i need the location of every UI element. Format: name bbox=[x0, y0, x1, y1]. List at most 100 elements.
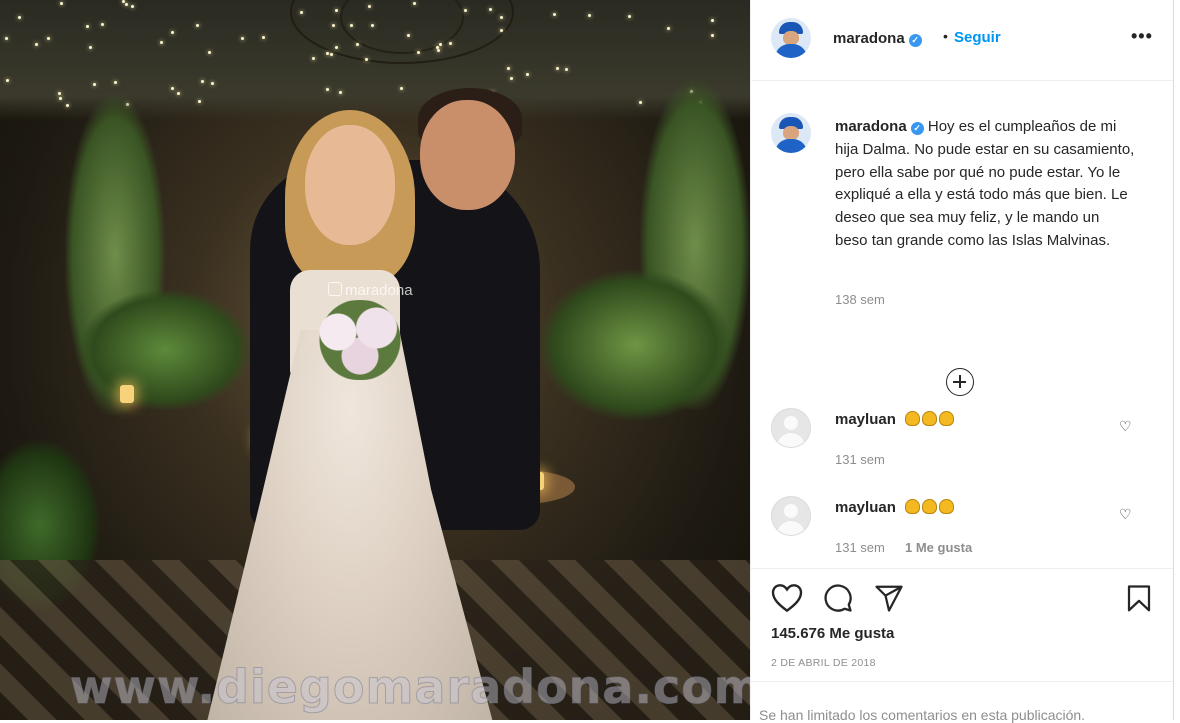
light-dot bbox=[18, 16, 21, 19]
instagram-icon bbox=[328, 282, 342, 296]
action-bar bbox=[751, 568, 1173, 613]
light-dot bbox=[326, 52, 329, 55]
header-username[interactable]: maradona ✓ bbox=[833, 30, 922, 47]
likes-count[interactable]: 145.676 Me gusta bbox=[771, 625, 894, 642]
post-photo[interactable]: maradona www.diegomaradona.com bbox=[0, 0, 750, 720]
groom-head bbox=[420, 100, 515, 210]
comment-like-heart-icon[interactable]: ♡ bbox=[1119, 418, 1132, 435]
light-dot bbox=[198, 100, 201, 103]
light-dot bbox=[407, 34, 410, 37]
light-dot bbox=[89, 46, 92, 49]
avatar[interactable] bbox=[771, 18, 811, 58]
bride-head bbox=[305, 125, 395, 245]
follow-button[interactable]: Seguir bbox=[954, 29, 1001, 46]
light-dot bbox=[553, 13, 556, 16]
light-dot bbox=[356, 43, 359, 46]
candle bbox=[120, 385, 134, 403]
light-dot bbox=[350, 24, 353, 27]
light-dot bbox=[125, 3, 128, 6]
light-dot bbox=[413, 2, 416, 5]
load-more-comments-icon[interactable] bbox=[946, 368, 974, 396]
comment: mayluan bbox=[835, 499, 955, 516]
caption-timestamp[interactable]: 138 sem bbox=[835, 292, 885, 307]
watermark: www.diegomaradona.com bbox=[70, 660, 750, 715]
light-dot bbox=[489, 8, 492, 11]
light-dot bbox=[326, 88, 329, 91]
light-dot bbox=[510, 77, 513, 80]
light-dot bbox=[5, 37, 8, 40]
plants-right-low bbox=[540, 270, 730, 420]
light-dot bbox=[196, 24, 199, 27]
caption-avatar[interactable] bbox=[771, 113, 811, 153]
light-dot bbox=[417, 51, 420, 54]
light-dot bbox=[711, 34, 714, 37]
bookmark-icon[interactable] bbox=[1124, 583, 1154, 620]
light-dot bbox=[365, 58, 368, 61]
light-dot bbox=[400, 87, 403, 90]
comment-bubble-icon[interactable] bbox=[822, 583, 854, 618]
post-header: maradona ✓ • Seguir ••• bbox=[751, 0, 1173, 81]
post-date[interactable]: 2 DE ABRIL DE 2018 bbox=[771, 657, 876, 669]
light-dot bbox=[59, 97, 62, 100]
more-options-icon[interactable]: ••• bbox=[1131, 26, 1153, 47]
light-dot bbox=[439, 43, 442, 46]
caption: maradona ✓ Hoy es el cumpleaños de mi hij… bbox=[835, 116, 1135, 253]
light-dot bbox=[667, 27, 670, 30]
light-dot bbox=[58, 92, 61, 95]
light-dot bbox=[588, 14, 591, 17]
light-dot bbox=[66, 104, 69, 107]
light-dot bbox=[160, 41, 163, 44]
light-dot bbox=[330, 53, 333, 56]
light-dot bbox=[114, 81, 117, 84]
light-dot bbox=[368, 5, 371, 8]
comment-username[interactable]: mayluan bbox=[835, 499, 896, 516]
verified-badge-icon: ✓ bbox=[908, 34, 922, 47]
light-dot bbox=[241, 37, 244, 40]
light-dot bbox=[507, 67, 510, 70]
light-dot bbox=[500, 29, 503, 32]
light-dot bbox=[711, 19, 714, 22]
light-dot bbox=[332, 24, 335, 27]
heart-icon[interactable] bbox=[771, 583, 803, 618]
light-dot bbox=[500, 16, 503, 19]
caption-text: Hoy es el cumpleaños de mi hija Dalma. N… bbox=[835, 118, 1135, 249]
light-dot bbox=[335, 9, 338, 12]
light-dot bbox=[437, 49, 440, 52]
light-dot bbox=[449, 42, 452, 45]
comment-avatar[interactable] bbox=[771, 408, 811, 448]
light-dot bbox=[171, 31, 174, 34]
comment-timestamp[interactable]: 131 sem bbox=[835, 452, 885, 467]
comment: mayluan bbox=[835, 411, 955, 428]
comment-likes-link[interactable]: 1 Me gusta bbox=[905, 540, 972, 555]
clapping-hands-emoji bbox=[903, 499, 955, 516]
light-dot bbox=[371, 24, 374, 27]
light-dot bbox=[122, 0, 125, 3]
light-dot bbox=[211, 82, 214, 85]
plants-left-low bbox=[80, 290, 250, 410]
light-dot bbox=[300, 11, 303, 14]
light-dot bbox=[6, 79, 9, 82]
comment-timestamp[interactable]: 131 sem bbox=[835, 540, 885, 555]
light-dot bbox=[101, 23, 104, 26]
comment-username[interactable]: mayluan bbox=[835, 411, 896, 428]
comment-avatar[interactable] bbox=[771, 496, 811, 536]
light-dot bbox=[565, 68, 568, 71]
light-dot bbox=[526, 73, 529, 76]
light-dot bbox=[47, 37, 50, 40]
comments-limited-text: Se han limitado los comentarios en esta … bbox=[759, 707, 1086, 723]
light-dot bbox=[171, 87, 174, 90]
caption-username[interactable]: maradona ✓ bbox=[835, 118, 924, 135]
light-dot bbox=[335, 46, 338, 49]
light-dot bbox=[464, 9, 467, 12]
light-dot bbox=[131, 5, 134, 8]
comment-like-heart-icon[interactable]: ♡ bbox=[1119, 506, 1132, 523]
light-dot bbox=[208, 51, 211, 54]
photo-tag-text: maradona bbox=[345, 282, 413, 299]
paper-plane-icon[interactable] bbox=[873, 583, 905, 618]
light-dot bbox=[60, 2, 63, 5]
separator-dot: • bbox=[943, 28, 948, 44]
light-dot bbox=[339, 91, 342, 94]
light-dot bbox=[628, 15, 631, 18]
light-dot bbox=[262, 36, 265, 39]
photo-tag: maradona bbox=[328, 282, 413, 299]
